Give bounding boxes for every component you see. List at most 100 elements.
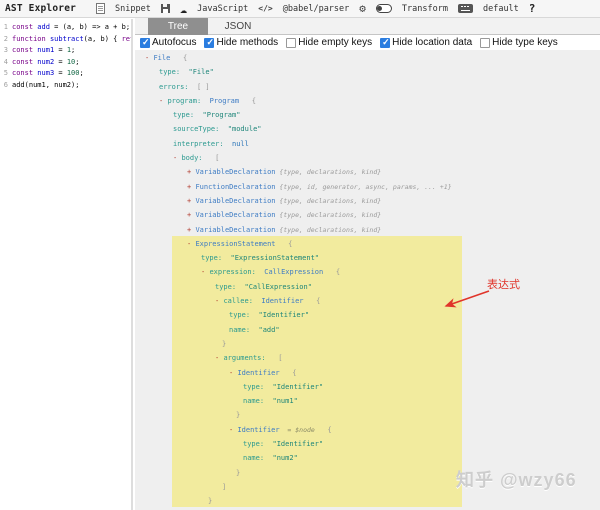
tree-line[interactable]: type: "ExpressionStatement" xyxy=(135,251,600,265)
node-meta: = $node xyxy=(280,426,315,434)
option-hide-type-keys[interactable]: Hide type keys xyxy=(480,37,558,48)
code-editor[interactable]: 1const add = (a, b) => a + b;2function s… xyxy=(0,19,133,510)
tree-string-value: "num2" xyxy=(264,454,298,462)
tree-line[interactable]: - arguments: [ xyxy=(135,351,600,365)
tree-line[interactable]: name: "num2" xyxy=(135,451,600,465)
code-text: const num2 = 10; xyxy=(12,57,79,69)
code-text: function subtract(a, b) { return a - b; … xyxy=(12,34,133,46)
tree-string-value: "File" xyxy=(180,68,214,76)
checkbox-icon[interactable] xyxy=(480,38,490,48)
node-type-link[interactable]: Identifier xyxy=(237,426,279,434)
save-icon[interactable] xyxy=(161,4,170,13)
tree-line[interactable]: + VariableDeclaration {type, declaration… xyxy=(135,194,600,208)
code-token: const xyxy=(12,58,37,66)
option-autofocus[interactable]: Autofocus xyxy=(140,37,196,48)
tree-line[interactable]: type: "Identifier" xyxy=(135,308,600,322)
watermark: 知乎 @wzy66 xyxy=(456,466,577,492)
code-token: 10 xyxy=(67,58,75,66)
parser-dropdown[interactable]: @babel/parser xyxy=(283,4,350,14)
tree-line[interactable]: + FunctionDeclaration {type, id, generat… xyxy=(135,180,600,194)
tree-line[interactable]: } xyxy=(135,408,600,422)
tree-line[interactable]: } xyxy=(135,494,600,508)
checkbox-icon[interactable] xyxy=(140,38,150,48)
tree-key: type: xyxy=(159,68,180,76)
node-type-link[interactable]: VariableDeclaration xyxy=(195,168,275,176)
tree-line[interactable]: - Identifier = $node { xyxy=(135,423,600,437)
transform-dropdown[interactable]: Transform xyxy=(402,4,448,14)
new-snippet-icon[interactable] xyxy=(96,3,105,14)
keyboard-icon[interactable] xyxy=(458,4,473,13)
code-token: ; xyxy=(79,69,83,77)
tree-line[interactable]: - program: Program { xyxy=(135,94,600,108)
option-label: Hide methods xyxy=(216,37,278,48)
tree-line[interactable]: + VariableDeclaration {type, declaration… xyxy=(135,208,600,222)
tree-key: type: xyxy=(215,283,236,291)
code-line: 5const num3 = 100; xyxy=(0,68,131,80)
node-type-link[interactable]: Identifier xyxy=(253,297,304,305)
ast-tree-panel[interactable]: - File {type: "File"errors: [ ]- program… xyxy=(135,50,600,510)
help-button[interactable]: ? xyxy=(529,2,536,15)
tree-line[interactable]: - expression: CallExpression { xyxy=(135,265,600,279)
node-type-link[interactable]: VariableDeclaration xyxy=(195,211,275,219)
checkbox-icon[interactable] xyxy=(286,38,296,48)
gear-icon[interactable]: ⚙ xyxy=(359,3,366,14)
tree-line[interactable]: type: "Identifier" xyxy=(135,437,600,451)
node-type-link[interactable]: VariableDeclaration xyxy=(195,226,275,234)
transform-default-dropdown[interactable]: default xyxy=(483,4,519,14)
node-type-link[interactable]: FunctionDeclaration xyxy=(195,183,275,191)
tree-line[interactable]: type: "CallExpression" xyxy=(135,280,600,294)
tree-line[interactable]: type: "Program" xyxy=(135,108,600,122)
tree-line[interactable]: + VariableDeclaration {type, declaration… xyxy=(135,165,600,179)
line-number: 6 xyxy=(0,80,8,92)
code-token: const xyxy=(12,46,37,54)
toggle-icon[interactable] xyxy=(376,4,392,13)
language-dropdown[interactable]: JavaScript xyxy=(197,4,248,14)
node-preview: {type, declarations, kind} xyxy=(276,168,382,176)
tree-line[interactable]: + VariableDeclaration {type, declaration… xyxy=(135,223,600,237)
node-type-link[interactable]: VariableDeclaration xyxy=(195,197,275,205)
code-token: add xyxy=(37,23,50,31)
tree-line[interactable]: - ExpressionStatement { xyxy=(135,237,600,251)
code-token: = xyxy=(54,69,67,77)
tree-line[interactable]: - body: [ xyxy=(135,151,600,165)
option-hide-location-data[interactable]: Hide location data xyxy=(380,37,472,48)
node-type-link[interactable]: Program xyxy=(201,97,239,105)
code-token: num1 xyxy=(37,46,54,54)
snippet-menu[interactable]: Snippet xyxy=(115,4,151,14)
tree-line[interactable]: - callee: Identifier { xyxy=(135,294,600,308)
code-token: subtract xyxy=(50,35,84,43)
code-token: function xyxy=(12,35,50,43)
tree-line[interactable]: type: "Identifier" xyxy=(135,380,600,394)
tree-line[interactable]: type: "File" xyxy=(135,65,600,79)
checkbox-icon[interactable] xyxy=(204,38,214,48)
node-type-link[interactable]: Identifier xyxy=(237,369,279,377)
code-token: (a, b) { xyxy=(84,35,122,43)
tree-string-value: "ExpressionStatement" xyxy=(222,254,319,262)
node-type-link[interactable]: ExpressionStatement xyxy=(195,240,275,248)
tree-line[interactable]: errors: [ ] xyxy=(135,80,600,94)
tree-line[interactable]: - Identifier { xyxy=(135,366,600,380)
tab-json[interactable]: JSON xyxy=(208,18,268,35)
tree-line[interactable]: sourceType: "module" xyxy=(135,122,600,136)
tree-line[interactable]: - File { xyxy=(135,51,600,65)
tree-punctuation: ] xyxy=(222,483,226,491)
tree-punctuation: { xyxy=(170,54,187,62)
tree-punctuation: { xyxy=(304,297,321,305)
option-hide-empty-keys[interactable]: Hide empty keys xyxy=(286,37,372,48)
option-label: Hide location data xyxy=(392,37,472,48)
tree-key: type: xyxy=(229,311,250,319)
node-preview: {type, declarations, kind} xyxy=(276,197,382,205)
checkbox-icon[interactable] xyxy=(380,38,390,48)
option-hide-methods[interactable]: Hide methods xyxy=(204,37,278,48)
tab-tree[interactable]: Tree xyxy=(148,18,208,35)
node-type-link[interactable]: File xyxy=(153,54,170,62)
tree-line[interactable]: name: "num1" xyxy=(135,394,600,408)
tree-key: callee: xyxy=(223,297,253,305)
tree-line[interactable]: name: "add" xyxy=(135,323,600,337)
code-token: num2 xyxy=(37,58,54,66)
tree-line[interactable]: } xyxy=(135,337,600,351)
node-type-link[interactable]: CallExpression xyxy=(256,268,323,276)
tree-line[interactable]: interpreter: null xyxy=(135,137,600,151)
tree-punctuation: { xyxy=(239,97,256,105)
cloud-icon[interactable]: ☁ xyxy=(180,3,187,15)
